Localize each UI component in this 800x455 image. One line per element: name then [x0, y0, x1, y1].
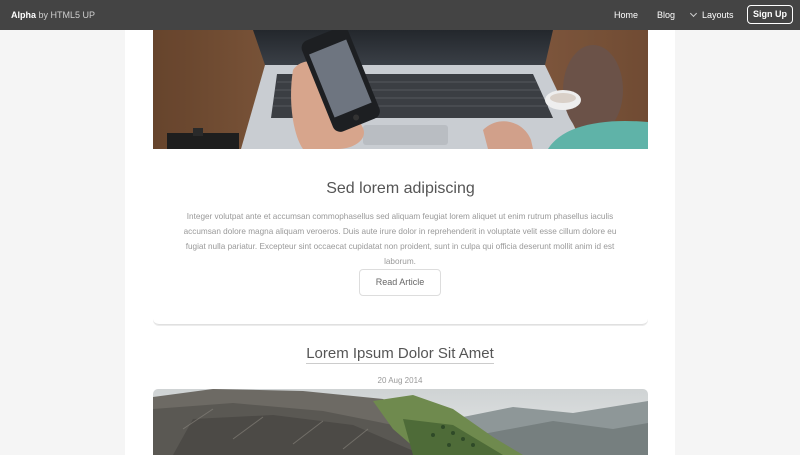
post-image-mountains[interactable]: [153, 389, 648, 455]
post-title-link[interactable]: Lorem Ipsum Dolor Sit Amet: [306, 345, 494, 364]
nav-home-link[interactable]: Home: [614, 0, 638, 30]
article-image-laptop-phone[interactable]: [153, 30, 648, 149]
nav-blog-link[interactable]: Blog: [657, 0, 675, 30]
nav-layouts-label: Layouts: [702, 10, 734, 20]
card-divider: [153, 312, 648, 325]
top-navigation-bar: Alpha by HTML5 UP Home Blog Layouts Sign…: [0, 0, 800, 30]
brand-name: Alpha: [11, 10, 37, 20]
brand-byline: by HTML5 UP: [38, 10, 96, 20]
read-article-button[interactable]: Read Article: [359, 269, 441, 296]
site-brand[interactable]: Alpha by HTML5 UP: [11, 0, 95, 30]
mountain-photo: [153, 389, 648, 455]
chevron-down-icon: [689, 9, 698, 18]
post-title: Lorem Ipsum Dolor Sit Amet: [125, 345, 675, 364]
sign-up-button[interactable]: Sign Up: [747, 5, 793, 24]
post-date: 20 Aug 2014: [377, 376, 423, 385]
main-content: Sed lorem adipiscing Integer volutpat an…: [125, 30, 675, 455]
article-body: Integer volutpat ante et accumsan commop…: [183, 212, 617, 266]
nav-layouts-dropdown[interactable]: Layouts: [689, 0, 734, 30]
laptop-phone-photo: [153, 30, 648, 149]
article-title: Sed lorem adipiscing: [326, 180, 475, 197]
